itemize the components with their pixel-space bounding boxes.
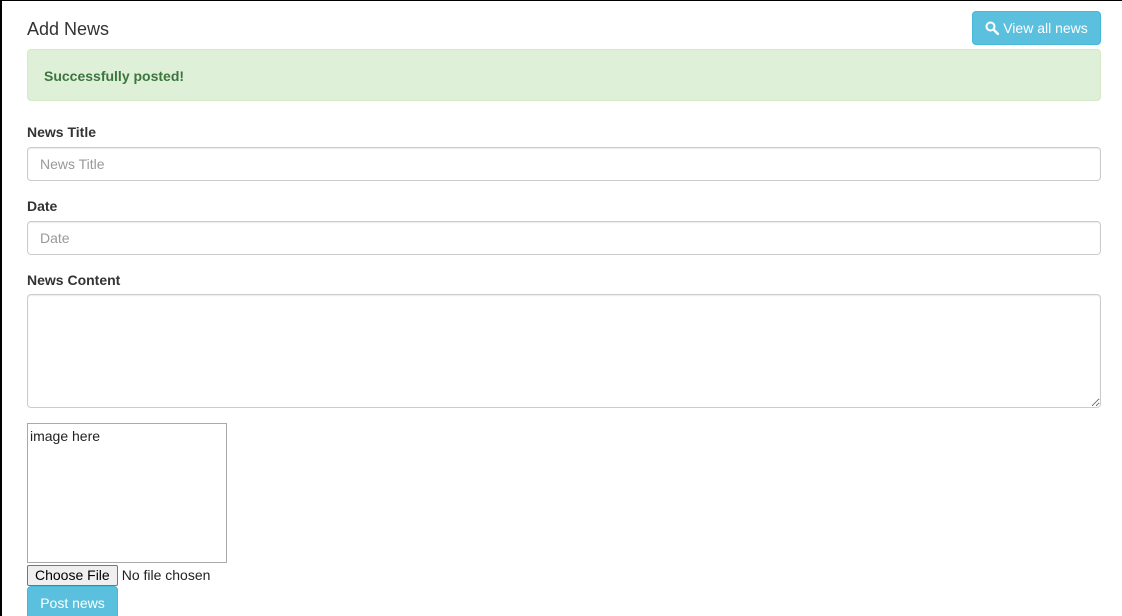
view-all-news-button[interactable]: View all news — [972, 11, 1101, 45]
news-title-label: News Title — [27, 124, 96, 140]
image-preview-placeholder: image here — [30, 428, 101, 444]
view-all-news-label: View all news — [1003, 20, 1088, 36]
file-input: Choose File No file chosen — [27, 564, 210, 586]
success-alert: Successfully posted! — [27, 49, 1101, 101]
page-title: Add News — [27, 19, 110, 39]
image-preview: image here — [27, 423, 227, 563]
date-label: Date — [27, 198, 58, 214]
news-content-textarea[interactable] — [27, 294, 1101, 408]
news-content-label: News Content — [27, 272, 121, 288]
file-status: No file chosen — [121, 567, 211, 583]
date-input[interactable] — [27, 221, 1101, 255]
news-title-input[interactable] — [27, 147, 1101, 181]
add-news-panel: Add News View all news Successfully post… — [27, 1, 1101, 616]
search-icon — [985, 21, 1000, 35]
post-news-button[interactable]: Post news — [27, 586, 118, 616]
choose-file-button[interactable]: Choose File — [27, 564, 118, 586]
